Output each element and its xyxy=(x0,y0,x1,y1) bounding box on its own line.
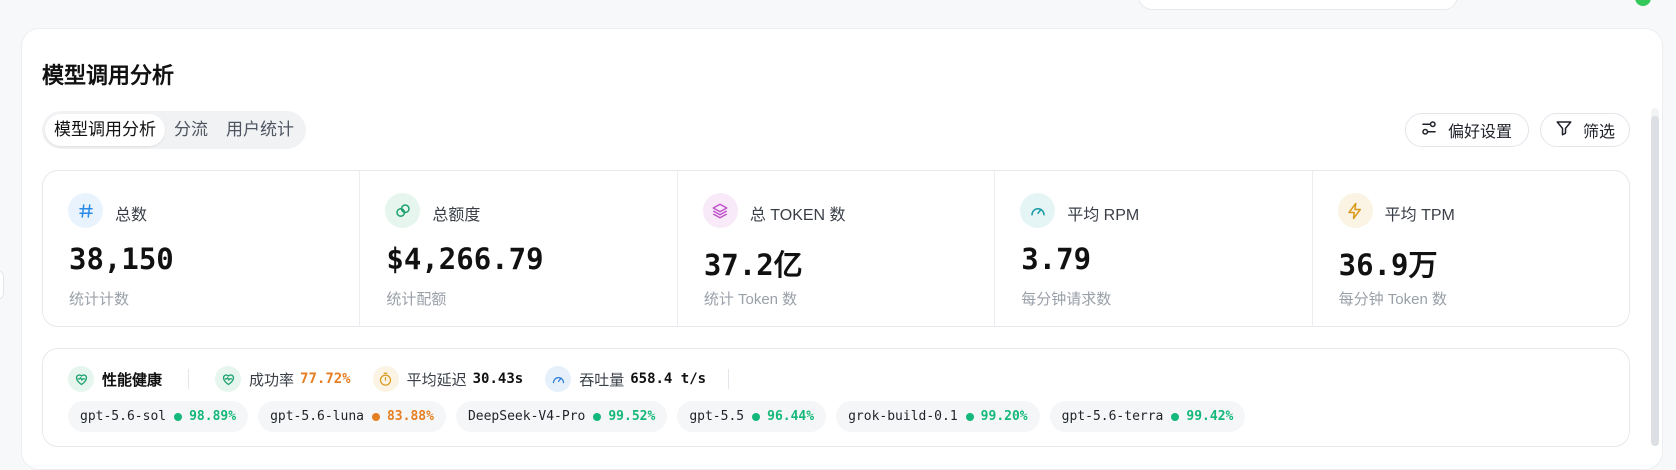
success-rate-value: 77.72% xyxy=(300,371,351,387)
stat-card-total-quota: 总额度 $4,266.79 统计配额 xyxy=(360,171,678,326)
throughput-metric: 吞吐量 658.4 t/s xyxy=(545,366,706,392)
sliders-icon xyxy=(1420,119,1438,142)
model-name: gpt-5.6-sol xyxy=(80,409,167,424)
scrollbar-thumb[interactable] xyxy=(1651,116,1659,446)
top-search-box[interactable] xyxy=(1138,0,1458,10)
stat-value: $4,266.79 xyxy=(386,242,544,276)
stat-value: 3.79 xyxy=(1021,242,1092,276)
tab-bar: 模型调用分析 分流 用户统计 xyxy=(42,111,306,149)
success-rate-metric: 成功率 77.72% xyxy=(215,366,351,392)
hash-icon xyxy=(68,193,103,228)
stat-label: 总数 xyxy=(115,207,148,224)
tab-routing[interactable]: 分流 xyxy=(165,114,217,146)
model-chip[interactable]: grok-build-0.1 99.20% xyxy=(836,401,1040,432)
throughput-label: 吞吐量 xyxy=(579,371,625,389)
model-health-list: gpt-5.6-sol 98.89% gpt-5.6-luna 83.88% D… xyxy=(68,401,1246,432)
model-chip[interactable]: gpt-5.6-terra 99.42% xyxy=(1049,401,1246,432)
performance-health-card: 性能健康 成功率 77.72% 平均延迟 30.43s 吞吐量 658.4 t/… xyxy=(42,348,1630,447)
heart-pulse-icon xyxy=(68,366,94,392)
status-indicator xyxy=(1635,0,1651,6)
scrollbar[interactable] xyxy=(1651,108,1659,446)
status-dot xyxy=(371,412,380,421)
model-chip[interactable]: gpt-5.6-sol 98.89% xyxy=(68,401,249,432)
gauge-icon xyxy=(545,366,572,392)
model-name: grok-build-0.1 xyxy=(848,409,958,424)
stat-label: 平均 TPM xyxy=(1384,207,1455,224)
model-success-rate: 99.52% xyxy=(608,409,656,424)
latency-metric: 平均延迟 30.43s xyxy=(372,366,524,392)
stat-description: 统计 Token 数 xyxy=(703,291,798,308)
heart-pulse-icon xyxy=(215,366,242,392)
health-summary-row: 性能健康 成功率 77.72% 平均延迟 30.43s 吞吐量 658.4 t/… xyxy=(68,365,755,393)
stat-label: 总 TOKEN 数 xyxy=(749,207,846,224)
tab-model-analysis[interactable]: 模型调用分析 xyxy=(45,114,165,146)
model-success-rate: 83.88% xyxy=(386,409,434,424)
status-dot xyxy=(593,412,602,421)
model-chip[interactable]: DeepSeek-V4-Pro 99.52% xyxy=(455,401,668,432)
divider xyxy=(728,369,730,389)
model-name: DeepSeek-V4-Pro xyxy=(467,409,586,424)
model-chip[interactable]: gpt-5.5 96.44% xyxy=(677,401,827,432)
stat-description: 每分钟请求数 xyxy=(1021,291,1112,308)
stat-card-total-count: 总数 38,150 统计计数 xyxy=(43,171,361,326)
throughput-value: 658.4 t/s xyxy=(630,371,707,387)
status-dot xyxy=(174,412,183,421)
model-name: gpt-5.5 xyxy=(689,409,745,424)
filter-button[interactable]: 筛选 xyxy=(1540,113,1630,147)
divider xyxy=(188,369,190,389)
bolt-icon xyxy=(1337,193,1373,228)
status-dot xyxy=(1171,412,1180,421)
filter-label: 筛选 xyxy=(1583,124,1616,141)
stats-cards: 总数 38,150 统计计数 总额度 $4,266.79 统计配额 总 TOKE… xyxy=(42,170,1630,327)
preferences-button[interactable]: 偏好设置 xyxy=(1405,113,1529,147)
success-rate-label: 成功率 xyxy=(249,371,295,389)
layers-icon xyxy=(702,193,738,228)
model-success-rate: 98.89% xyxy=(189,409,237,424)
page-title: 模型调用分析 xyxy=(42,63,175,88)
preferences-label: 偏好设置 xyxy=(1448,124,1513,141)
model-name: gpt-5.6-luna xyxy=(270,409,364,424)
stat-description: 统计计数 xyxy=(69,291,130,308)
latency-label: 平均延迟 xyxy=(406,371,467,389)
stat-description: 统计配额 xyxy=(386,291,447,308)
stopwatch-icon xyxy=(372,366,399,392)
stat-value: 37.2亿 xyxy=(703,248,803,282)
model-chip[interactable]: gpt-5.6-luna 83.88% xyxy=(258,401,446,432)
stat-label: 总额度 xyxy=(432,207,481,224)
gauge-icon xyxy=(1020,193,1056,228)
stat-card-avg-tpm: 平均 TPM 36.9万 每分钟 Token 数 xyxy=(1313,171,1629,326)
funnel-icon xyxy=(1555,119,1573,142)
health-title: 性能健康 xyxy=(102,371,163,389)
sidebar-collapse-handle[interactable] xyxy=(0,270,4,300)
model-success-rate: 99.20% xyxy=(980,409,1028,424)
status-dot xyxy=(965,412,974,421)
stat-description: 每分钟 Token 数 xyxy=(1338,291,1447,308)
stat-value: 38,150 xyxy=(69,242,174,276)
model-success-rate: 96.44% xyxy=(767,409,815,424)
stat-label: 平均 RPM xyxy=(1067,207,1140,224)
coins-icon xyxy=(385,193,421,228)
status-dot xyxy=(752,412,761,421)
latency-value: 30.43s xyxy=(472,371,524,387)
stat-value: 36.9万 xyxy=(1338,248,1438,282)
stat-card-total-tokens: 总 TOKEN 数 37.2亿 统计 Token 数 xyxy=(678,171,996,326)
tab-user-stats[interactable]: 用户统计 xyxy=(217,114,303,146)
model-success-rate: 99.42% xyxy=(1186,409,1234,424)
stat-card-avg-rpm: 平均 RPM 3.79 每分钟请求数 xyxy=(995,171,1313,326)
model-name: gpt-5.6-terra xyxy=(1061,409,1164,424)
